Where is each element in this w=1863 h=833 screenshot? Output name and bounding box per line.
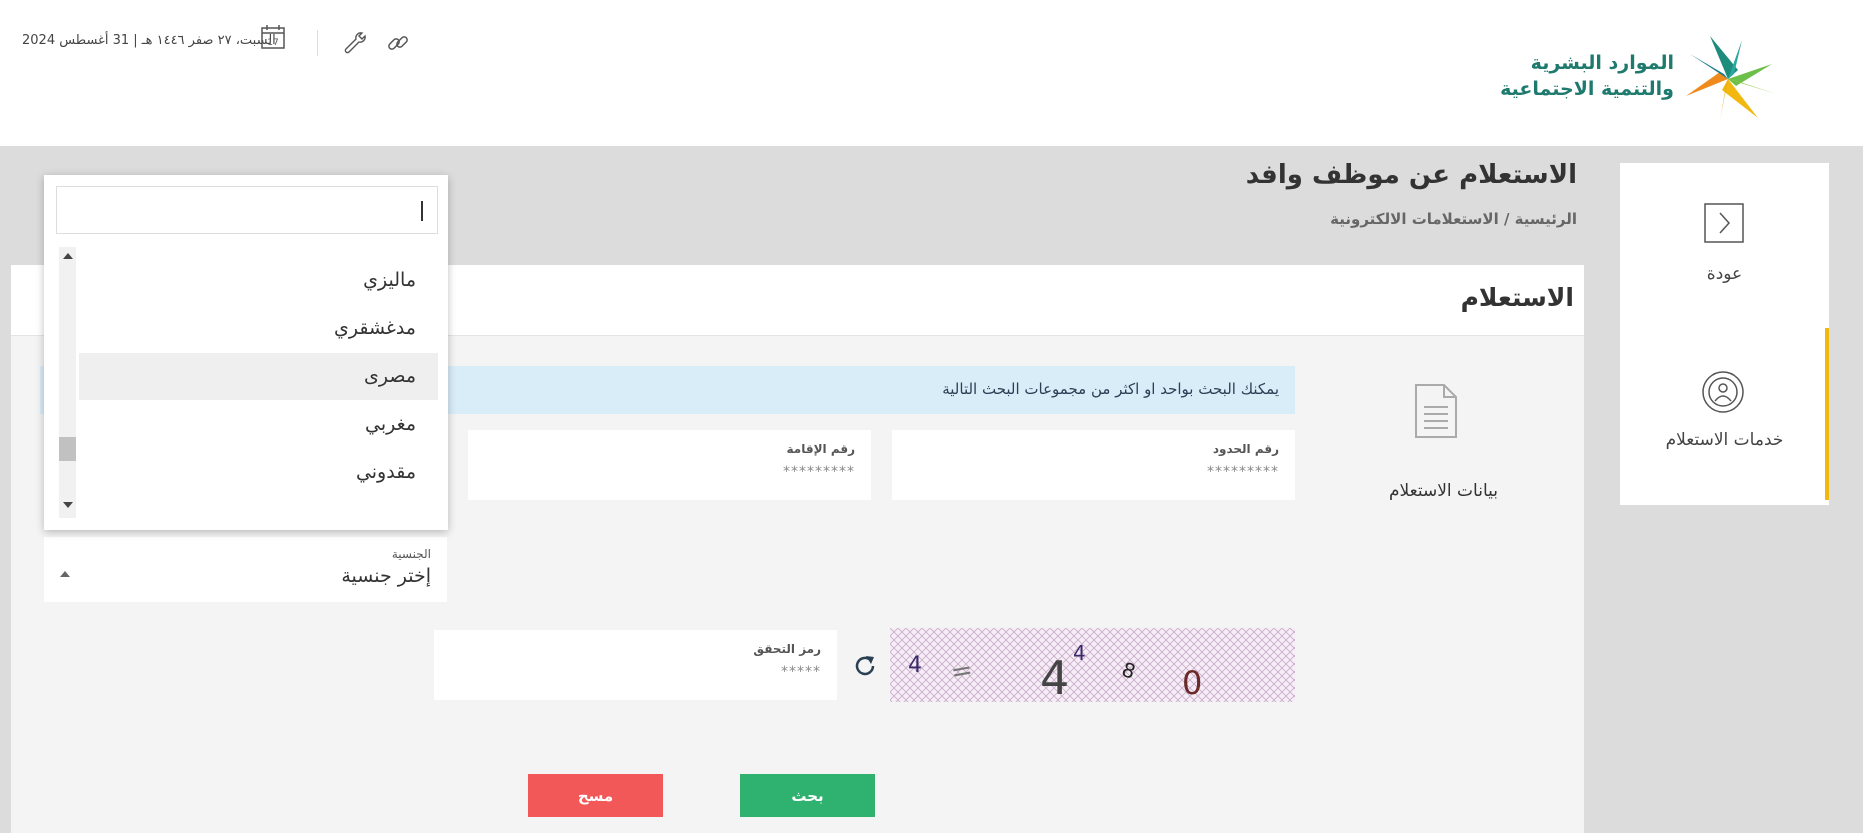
captcha-char: 4 [1040,651,1069,702]
calendar-day: 17 [267,38,278,48]
inquiry-data-label: بيانات الاستعلام [1388,481,1498,501]
option-label: مغربي [365,413,416,435]
captcha-field[interactable]: رمز التحقق [434,630,837,700]
option-label: مدغشقري [333,317,416,339]
breadcrumb[interactable]: الرئيسية / الاستعلامات الالكترونية [1330,210,1577,228]
logo-text-line2: والتنمية الاجتماعية [1500,78,1674,100]
nationality-selected-value: إختر جنسية [341,565,431,587]
border-number-field[interactable]: رقم الحدود [892,430,1295,500]
iqama-number-input[interactable] [532,464,855,480]
logo-star-icon [1686,36,1776,120]
captcha-label: رمز التحقق [753,642,821,656]
dropdown-search-input[interactable] [56,186,438,234]
iqama-number-label: رقم الإقامة [786,442,855,456]
scroll-up-icon[interactable] [63,253,73,259]
nationality-select[interactable]: الجنسية إختر جنسية [44,537,447,602]
captcha-input[interactable] [498,664,821,680]
border-number-label: رقم الحدود [1212,442,1279,456]
search-button[interactable]: بحث [740,774,875,817]
captcha-char: 4 [1073,641,1086,665]
ministry-logo[interactable]: الموارد البشرية والتنمية الاجتماعية [1500,34,1780,124]
info-alert-text: يمكنك البحث بواحد او اكثر من مجموعات الب… [942,380,1279,398]
caret-up-icon [60,571,70,577]
captcha-char: 0 [1182,664,1202,702]
dropdown-option[interactable]: مقدوني [79,449,438,496]
wrench-icon[interactable] [342,30,368,56]
header-divider [317,30,318,56]
dropdown-options-list: ماليزي مدغشقري مصرى مغربي مقدوني [79,257,438,517]
refresh-icon[interactable] [851,652,879,680]
header: السبت، ٢٧ صفر ١٤٤٦ هـ | 31 أغسطس 2024 17… [0,0,1863,146]
dropdown-option-highlighted[interactable]: مصرى [79,353,438,400]
nav-inquiry-services[interactable]: خدمات الاستعلام [1620,328,1829,505]
nav-back[interactable]: عودة [1620,163,1829,333]
side-nav: عودة خدمات الاستعلام [1620,163,1829,505]
captcha-char: 4 [908,653,922,678]
nationality-label: الجنسية [391,547,431,561]
dropdown-scrollbar[interactable] [59,247,76,518]
option-label: ماليزي [363,269,416,291]
date-text: السبت، ٢٧ صفر ١٤٤٦ هـ | 31 أغسطس 2024 [22,33,276,48]
document-icon [1415,384,1457,438]
option-label: مقدوني [355,461,416,483]
broadcast-user-icon [1702,371,1744,413]
nav-inquiry-label: خدمات الاستعلام [1665,430,1784,450]
logo-text-line1: الموارد البشرية [1530,52,1674,74]
scroll-down-icon[interactable] [63,502,73,508]
panel-title: الاستعلام [1460,283,1574,312]
link-icon[interactable] [385,30,411,56]
calendar-icon[interactable]: 17 [260,24,286,50]
nationality-dropdown: ماليزي مدغشقري مصرى مغربي مقدوني [44,175,448,530]
active-indicator [1825,328,1829,500]
scrollbar-thumb[interactable] [59,437,76,461]
text-cursor [421,201,423,221]
border-number-input[interactable] [956,464,1279,480]
iqama-number-field[interactable]: رقم الإقامة [468,430,871,500]
chevron-right-icon [1704,203,1744,243]
captcha-image: 4 = 4 4 8 0 [890,628,1295,702]
dropdown-option[interactable]: مدغشقري [79,305,438,352]
nav-back-label: عودة [1706,264,1743,284]
clear-button[interactable]: مسح [528,774,663,817]
dropdown-option[interactable]: مغربي [79,401,438,448]
dropdown-option[interactable]: ماليزي [79,257,438,304]
option-label: مصرى [363,365,416,387]
page-title: الاستعلام عن موظف وافد [1245,160,1577,190]
